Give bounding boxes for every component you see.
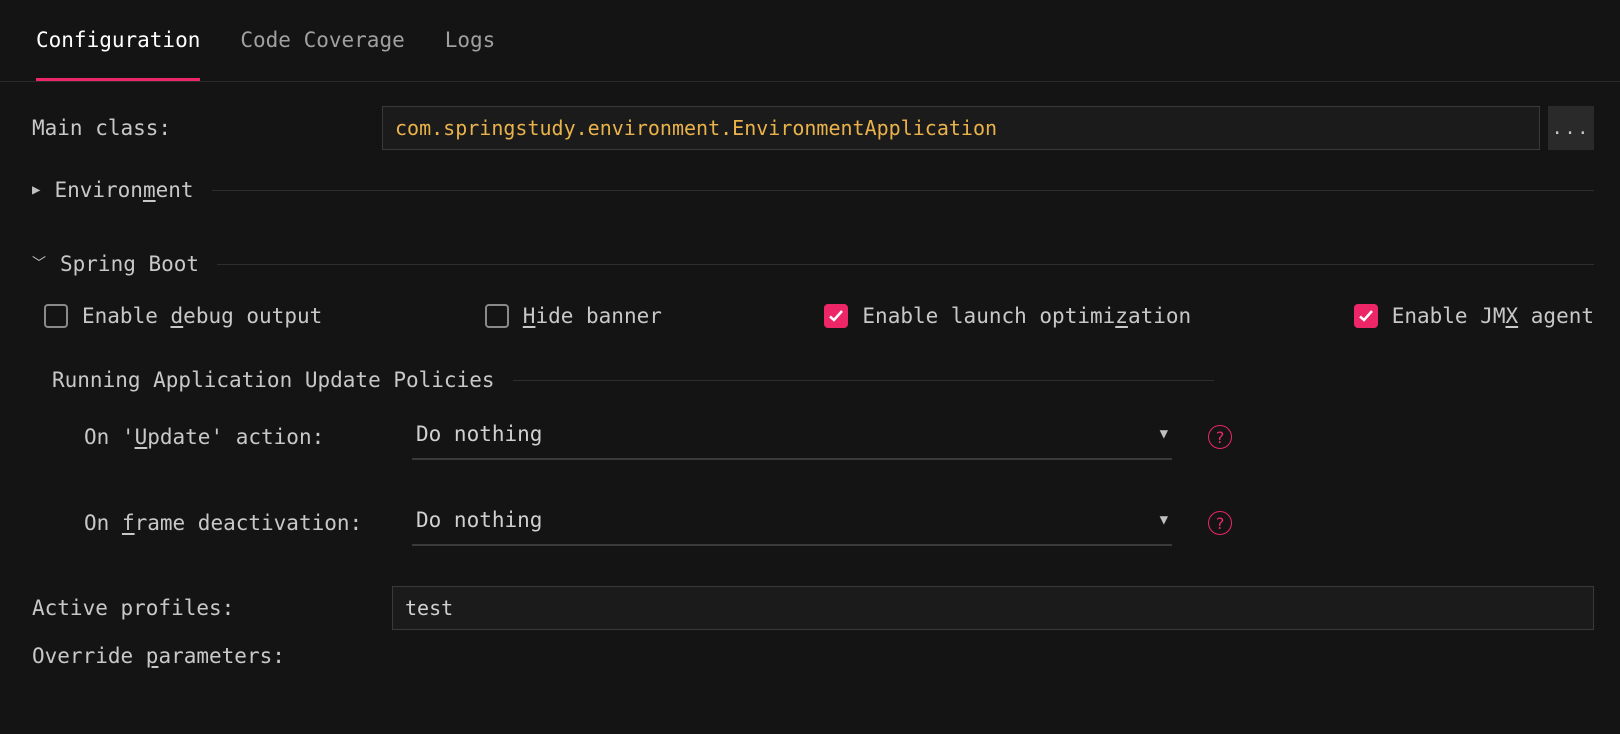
tab-bar: Configuration Code Coverage Logs: [0, 0, 1620, 82]
hide-banner-label: Hide banner: [523, 304, 662, 328]
chevron-right-icon: ▶: [32, 182, 40, 198]
environment-title: Environment: [54, 178, 193, 202]
enable-jmx-label: Enable JMX agent: [1392, 304, 1594, 328]
active-profiles-row: Active profiles:: [32, 586, 1594, 630]
on-frame-help-button[interactable]: ?: [1208, 511, 1232, 535]
ellipsis-icon: ...: [1552, 118, 1591, 139]
main-class-label: Main class:: [32, 116, 382, 140]
main-class-row: Main class: ...: [32, 106, 1594, 150]
chevron-down-icon: ▼: [1160, 512, 1168, 528]
hide-banner-checkbox[interactable]: Hide banner: [485, 304, 662, 328]
help-icon: ?: [1215, 428, 1225, 447]
spring-boot-checkboxes: Enable debug output Hide banner Enable l…: [32, 294, 1594, 334]
on-update-help-button[interactable]: ?: [1208, 425, 1232, 449]
on-update-value: Do nothing: [416, 422, 542, 446]
tab-logs[interactable]: Logs: [445, 0, 496, 81]
on-frame-label: On frame deactivation:: [32, 511, 412, 535]
on-update-select[interactable]: Do nothing ▼: [412, 414, 1172, 460]
divider: [212, 190, 1594, 191]
chevron-down-icon: ﹀: [32, 253, 46, 273]
enable-debug-checkbox[interactable]: Enable debug output: [44, 304, 322, 328]
tab-code-coverage[interactable]: Code Coverage: [240, 0, 404, 81]
checkbox-icon: [485, 304, 509, 328]
help-icon: ?: [1215, 514, 1225, 533]
on-update-label: On 'Update' action:: [32, 425, 412, 449]
spring-boot-section-header[interactable]: ﹀ Spring Boot: [32, 252, 1594, 276]
checkbox-icon: [44, 304, 68, 328]
tab-configuration[interactable]: Configuration: [36, 0, 200, 81]
active-profiles-label: Active profiles:: [32, 596, 392, 620]
enable-launch-optimization-checkbox[interactable]: Enable launch optimization: [824, 304, 1191, 328]
spring-boot-title: Spring Boot: [60, 252, 199, 276]
update-policies-title: Running Application Update Policies: [52, 368, 513, 392]
active-profiles-input[interactable]: [392, 586, 1594, 630]
divider: [513, 380, 1214, 381]
configuration-panel: Main class: ... ▶ Environment ﹀ Spring B…: [0, 82, 1620, 668]
override-parameters-label: Override parameters:: [32, 644, 392, 668]
divider: [217, 264, 1594, 265]
chevron-down-icon: ▼: [1160, 426, 1168, 442]
on-update-row: On 'Update' action: Do nothing ▼ ?: [32, 414, 1594, 460]
checkbox-checked-icon: [1354, 304, 1378, 328]
on-frame-row: On frame deactivation: Do nothing ▼ ?: [32, 500, 1594, 546]
on-frame-value: Do nothing: [416, 508, 542, 532]
update-policies-header: Running Application Update Policies: [52, 368, 1594, 392]
environment-section-header[interactable]: ▶ Environment: [32, 178, 1594, 202]
enable-jmx-agent-checkbox[interactable]: Enable JMX agent: [1354, 304, 1594, 328]
enable-launch-label: Enable launch optimization: [862, 304, 1191, 328]
enable-debug-label: Enable debug output: [82, 304, 322, 328]
override-parameters-row: Override parameters:: [32, 644, 1594, 668]
checkbox-checked-icon: [824, 304, 848, 328]
main-class-input[interactable]: [382, 106, 1540, 150]
browse-main-class-button[interactable]: ...: [1548, 106, 1594, 150]
on-frame-select[interactable]: Do nothing ▼: [412, 500, 1172, 546]
